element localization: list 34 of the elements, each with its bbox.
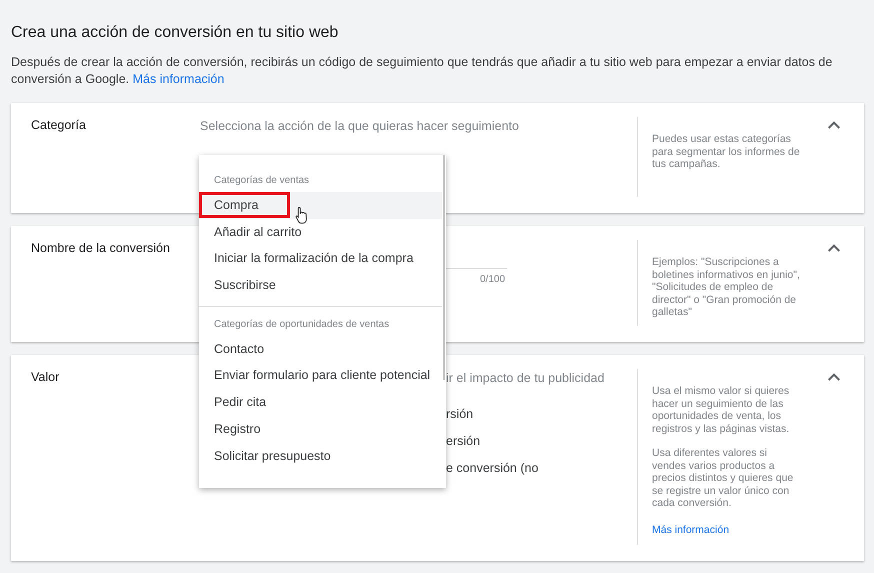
- chevron-up-icon: [828, 121, 840, 129]
- help-text: Puedes usar estas categorías para segmentar los informes de tus campañas.: [652, 133, 801, 170]
- help-text: Ejemplos: "Suscripciones a boletines informativos en junio", "Solicitudes de empleo de director" o "Gran promoción de galletas": [652, 256, 801, 318]
- menu-item[interactable]: Iniciar la formalización de la compra: [199, 245, 442, 272]
- help-text: Usa diferentes valores si vendes varios productos a precios distintos y quieres que se registre un valor único con cada conversión.: [652, 447, 794, 510]
- menu-item[interactable]: Solicitar presupuesto: [199, 442, 442, 470]
- menu-item[interactable]: Pedir cita: [199, 389, 442, 416]
- value-option-text: rsión: [446, 407, 474, 423]
- help-text: Usa el mismo valor si quieres hacer un seguimiento de las oportunidades de venta, los registros y las páginas vistas.: [652, 385, 790, 435]
- help-link[interactable]: Más información: [652, 524, 801, 536]
- value-option-text: ersión: [446, 434, 482, 450]
- character-counter: 0/100: [480, 274, 506, 285]
- menu-group-header: Categorías de oportunidades de ventas: [213, 318, 390, 332]
- more-info-link[interactable]: Más información: [132, 72, 224, 86]
- value-option-text: e conversión (no: [446, 461, 540, 477]
- menu-item[interactable]: Registro: [199, 416, 442, 442]
- page-title: Crea una acción de conversión en tu sitio web: [11, 24, 340, 42]
- chevron-up-icon: [828, 373, 840, 381]
- chevron-up-icon: [828, 244, 840, 252]
- menu-group-header: Categorías de ventas: [213, 174, 310, 188]
- menu-item[interactable]: Enviar formulario para cliente potencial: [199, 362, 442, 390]
- collapse-button[interactable]: [828, 121, 840, 129]
- section-label: Nombre de la conversión: [30, 240, 171, 257]
- category-select-field[interactable]: Selecciona la acción de la que quieras hacer seguimiento: [200, 119, 620, 133]
- collapse-button[interactable]: [828, 244, 840, 252]
- menu-item[interactable]: Añadir al carrito: [199, 218, 442, 246]
- menu-item[interactable]: Suscribirse: [199, 272, 442, 299]
- section-label: Valor: [30, 369, 60, 386]
- description-text: Después de crear la acción de conversión, recibirás un código de seguimiento que tendrás que añadir a tu sitio web para empezar a enviar datos de conversión a Google. Más información: [11, 54, 834, 88]
- section-label: Categoría: [30, 117, 87, 134]
- collapse-button[interactable]: [828, 373, 840, 381]
- hand-cursor-icon: [295, 206, 309, 224]
- menu-item[interactable]: Contacto: [199, 336, 442, 362]
- value-option-text: ir el impacto de tu publicidad: [446, 371, 606, 387]
